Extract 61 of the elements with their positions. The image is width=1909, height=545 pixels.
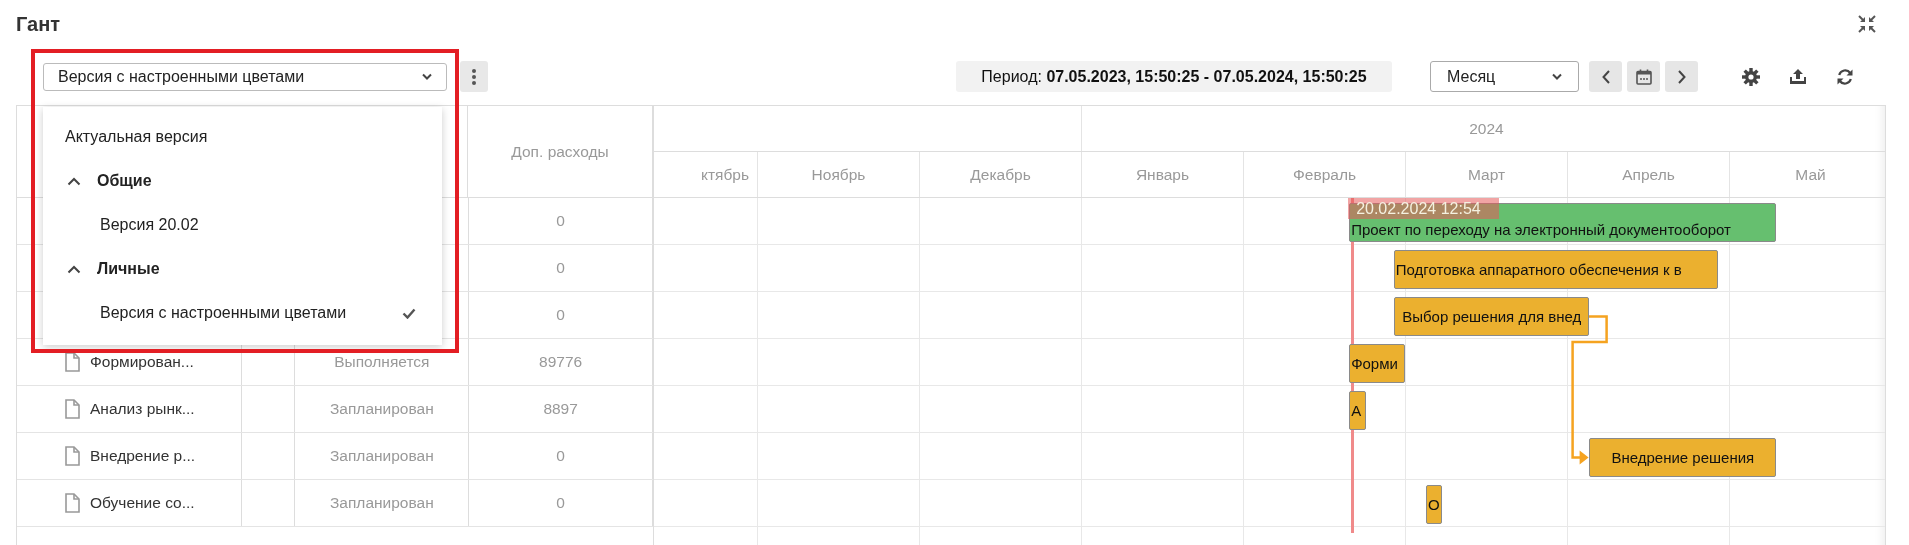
task-bar[interactable]: Форми: [1349, 344, 1405, 383]
task-name: Формирован...: [90, 353, 194, 371]
task-status: Выполняется: [334, 353, 430, 371]
period-label: Период: 07.05.2023, 15:50:25 - 07.05.2024, 15:50:25: [956, 61, 1392, 92]
page-title: Гант: [16, 12, 61, 36]
previous-button[interactable]: [1589, 61, 1622, 92]
menu-item[interactable]: Версия 20.02: [43, 203, 442, 247]
task-status: Запланирован: [329, 494, 434, 512]
kebab-icon: [472, 68, 476, 85]
next-button[interactable]: [1665, 61, 1698, 92]
cost-value: 89776: [539, 353, 583, 371]
cost-value: 0: [556, 447, 565, 465]
task-bar[interactable]: Внедрение решения: [1588, 438, 1776, 477]
cost-value: 0: [556, 494, 565, 512]
file-icon: [65, 352, 80, 372]
menu-item[interactable]: Актуальная версия: [43, 115, 442, 159]
chevron-right-icon: [1677, 69, 1686, 84]
month-label: Апрель: [1622, 165, 1675, 184]
task-name: Внедрение р...: [90, 447, 196, 465]
scale-dropdown[interactable]: Месяц: [1430, 61, 1579, 92]
collapse-button[interactable]: [1857, 14, 1877, 34]
refresh-icon: [1836, 67, 1854, 86]
file-icon: [65, 493, 80, 513]
task-bar[interactable]: А: [1349, 391, 1366, 430]
task-name: Обучение со...: [90, 494, 195, 512]
file-icon: [65, 446, 80, 466]
task-bar[interactable]: Подготовка аппаратного обеспечения к в: [1393, 250, 1719, 289]
year-label: 2024: [1469, 119, 1504, 138]
chevron-down-icon: [1552, 73, 1562, 80]
menu-group-header[interactable]: Личные: [43, 247, 442, 291]
menu-item[interactable]: Версия с настроенными цветами: [43, 291, 442, 335]
today-label: 20.02.2024 12:54: [1348, 198, 1499, 219]
month-label: Февраль: [1293, 165, 1356, 184]
month-label: Ноябрь: [811, 165, 866, 184]
chevron-down-icon: [422, 73, 432, 80]
calendar-icon: [1635, 68, 1652, 85]
collapse-icon: [1857, 14, 1877, 34]
month-label: ктябрь: [700, 165, 749, 184]
calendar-button[interactable]: [1627, 61, 1660, 92]
task-status: Запланирован: [329, 400, 434, 418]
task-bar[interactable]: Выбор решения для внед: [1393, 297, 1589, 336]
cost-value: 0: [556, 212, 565, 230]
column-header: Доп. расходы: [511, 142, 609, 161]
cost-value: 0: [556, 306, 565, 324]
task-status: Запланирован: [329, 447, 434, 465]
check-icon: [402, 307, 416, 319]
task-name: Анализ рынк...: [90, 400, 195, 418]
settings-icon: [1742, 67, 1760, 86]
month-label: Декабрь: [970, 165, 1031, 184]
menu-group-header[interactable]: Общие: [43, 159, 442, 203]
chevron-left-icon: [1601, 69, 1610, 84]
upload-icon: [1789, 68, 1807, 85]
cost-value: 0: [556, 259, 565, 277]
version-dropdown[interactable]: Версия с настроенными цветами: [43, 62, 447, 91]
task-bar[interactable]: О: [1425, 485, 1442, 524]
month-label: Май: [1795, 165, 1826, 184]
month-label: Январь: [1135, 165, 1190, 184]
month-label: Март: [1467, 165, 1506, 184]
more-button[interactable]: [460, 61, 488, 92]
file-icon: [65, 399, 80, 419]
cost-value: 8897: [543, 400, 578, 418]
